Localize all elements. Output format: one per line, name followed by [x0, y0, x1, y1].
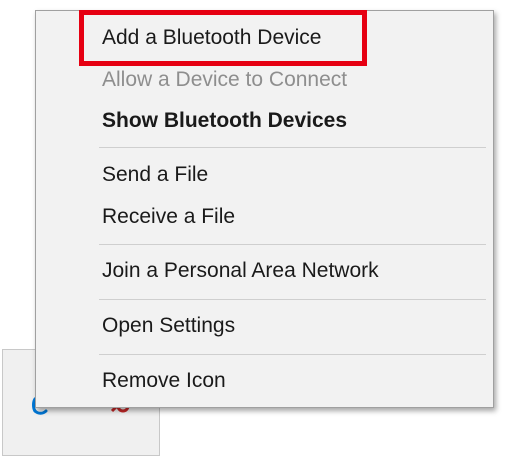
- menu-item-label: Show Bluetooth Devices: [102, 109, 348, 132]
- screen: Add a Bluetooth Device Allow a Device to…: [0, 0, 510, 456]
- menu-item-label: Add a Bluetooth Device: [102, 26, 322, 49]
- menu-separator: [99, 354, 486, 355]
- menu-separator: [99, 147, 486, 148]
- bluetooth-context-menu: Add a Bluetooth Device Allow a Device to…: [35, 10, 494, 408]
- menu-item-label: Remove Icon: [102, 369, 226, 392]
- menu-item-join-personal-area-network[interactable]: Join a Personal Area Network: [37, 250, 492, 292]
- menu-item-remove-icon[interactable]: Remove Icon: [37, 360, 492, 402]
- menu-item-open-settings[interactable]: Open Settings: [37, 305, 492, 347]
- menu-item-allow-device-to-connect: Allow a Device to Connect: [37, 59, 492, 101]
- menu-item-label: Send a File: [102, 163, 209, 186]
- menu-item-send-file[interactable]: Send a File: [37, 154, 492, 196]
- menu-separator: [99, 299, 486, 300]
- menu-item-add-bluetooth-device[interactable]: Add a Bluetooth Device: [37, 17, 492, 59]
- menu-item-show-bluetooth-devices[interactable]: Show Bluetooth Devices: [37, 100, 492, 142]
- menu-separator: [99, 244, 486, 245]
- menu-item-label: Allow a Device to Connect: [102, 68, 348, 91]
- menu-item-label: Open Settings: [102, 314, 236, 337]
- menu-item-receive-file[interactable]: Receive a File: [37, 196, 492, 238]
- menu-item-label: Join a Personal Area Network: [102, 259, 379, 282]
- menu-item-label: Receive a File: [102, 205, 236, 228]
